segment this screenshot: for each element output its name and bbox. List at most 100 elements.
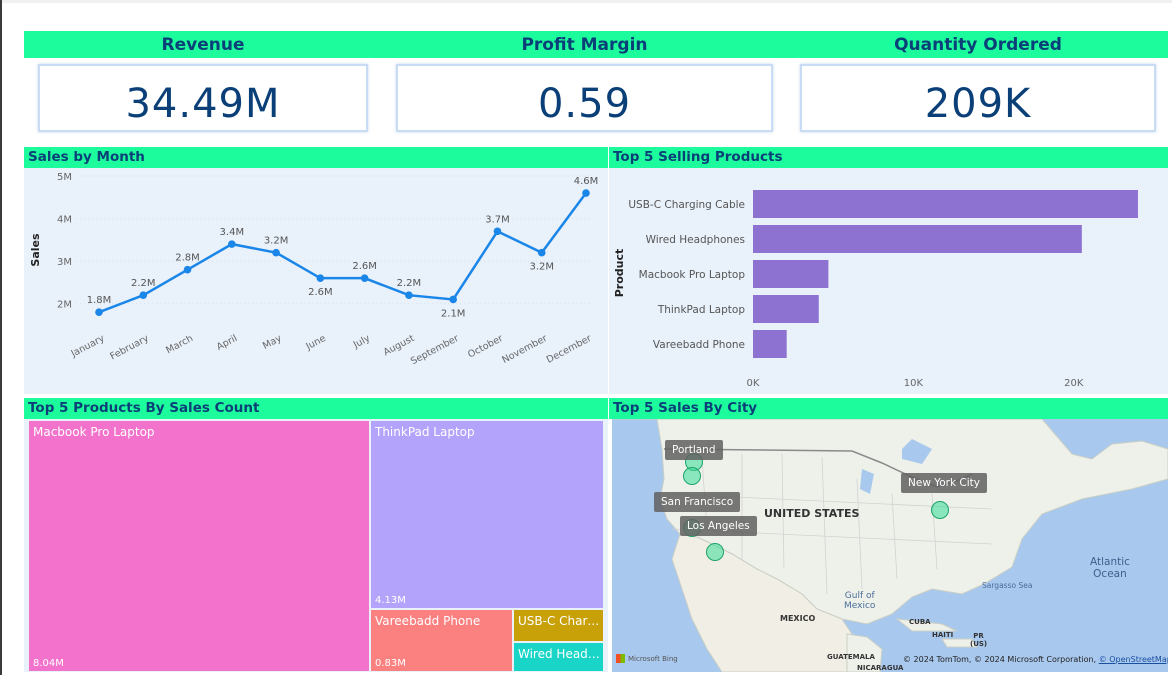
kpi-value-revenue: 34.49M [125, 81, 281, 127]
y-tick-label: 3M [57, 257, 72, 268]
sales-data-label: 2.1M [441, 308, 466, 319]
map-label-mexico: MEXICO [780, 614, 816, 623]
map-attribution-text: © 2024 TomTom, © 2024 Microsoft Corporat… [903, 655, 1097, 664]
x-tick-label: March [164, 333, 195, 356]
sales-data-label: 3.4M [220, 227, 245, 238]
top5-by-count-treemap[interactable]: Macbook Pro Laptop 8.04M ThinkPad Laptop… [24, 419, 608, 672]
map-label-gulf-line1: Gulf of [844, 591, 875, 601]
x-tick-label: October [466, 333, 505, 361]
sales-data-point[interactable] [582, 189, 590, 197]
sales-data-point[interactable] [272, 248, 280, 257]
product-bar[interactable] [753, 190, 1138, 218]
treemap-label-usbc: USB-C Chargi... [518, 614, 602, 628]
kpi-value-profit-margin: 0.59 [537, 81, 632, 127]
treemap-cell-wired[interactable]: Wired Headp... [514, 643, 603, 671]
city-label-san-francisco: San Francisco [654, 492, 741, 512]
panel-title-top5-city: Top 5 Sales By City [609, 398, 1168, 419]
sales-data-point[interactable] [95, 308, 103, 317]
sales-data-label: 2.6M [308, 287, 333, 298]
sales-data-point[interactable] [139, 291, 148, 299]
sales-data-point[interactable] [183, 265, 192, 274]
product-tick-label: Wired Headphones [646, 234, 745, 246]
map-label-guatemala: GUATEMALA [827, 653, 875, 661]
sales-data-label: 3.7M [485, 214, 510, 225]
map-label-sargasso: Sargasso Sea [982, 581, 1033, 590]
sales-by-month-chart-area[interactable]: 2M 3M 4M 5M Sales 1.8M January 2.2M February 2.8M… [24, 168, 608, 394]
map-label-gulf-line2: Mexico [844, 601, 876, 611]
sales-data-point[interactable] [537, 248, 546, 257]
kpi-card-revenue[interactable]: 34.49M [38, 64, 368, 132]
sales-data-point[interactable] [405, 291, 413, 299]
x-tick-label: April [215, 333, 239, 353]
sales-data-point[interactable] [228, 240, 236, 248]
window-top-edge [0, 0, 1172, 3]
x-tick-label: 10K [904, 378, 924, 389]
product-tick-label: Macbook Pro Laptop [639, 269, 746, 281]
treemap-cell-thinkpad[interactable]: ThinkPad Laptop 4.13M [371, 421, 603, 608]
kpi-card-profit-margin[interactable]: 0.59 [396, 64, 773, 132]
map-label-pr: PR (US) [970, 632, 987, 648]
city-marker-portland-2[interactable] [683, 467, 701, 485]
x-tick-label: August [382, 333, 417, 358]
product-bar[interactable] [753, 225, 1082, 253]
microsoft-logo-icon [616, 654, 625, 663]
x-tick-label: June [303, 333, 327, 353]
sales-data-point[interactable] [316, 274, 325, 282]
kpi-title-quantity-ordered: Quantity Ordered [894, 35, 1062, 55]
window-left-edge [0, 0, 2, 675]
x-tick-label: December [545, 333, 594, 366]
treemap-label-macbook: Macbook Pro Laptop [33, 425, 155, 439]
map-label-cuba: CUBA [909, 618, 931, 626]
x-tick-label: November [500, 333, 549, 366]
treemap-label-wired: Wired Headp... [518, 647, 602, 661]
sales-data-point[interactable] [493, 227, 502, 236]
city-marker-los-angeles[interactable] [706, 543, 724, 561]
city-label-new-york: New York City [901, 473, 987, 493]
treemap-value-thinkpad: 4.13M [375, 595, 406, 606]
sales-data-label: 4.6M [574, 176, 599, 187]
sales-by-city-map[interactable]: UNITED STATES MEXICO Gulf of Mexico Atlan… [612, 419, 1168, 672]
map-label-gulf: Gulf of Mexico [844, 591, 875, 611]
product-bar[interactable] [753, 330, 787, 358]
treemap-cell-vareebadd[interactable]: Vareebadd Phone 0.83M [371, 610, 512, 671]
top5-selling-chart-area[interactable]: Product USB-C Charging Cable Wired Headpho… [609, 168, 1168, 394]
x-tick-label: February [108, 333, 151, 363]
top5-selling-bar-chart[interactable]: Product USB-C Charging Cable Wired Headpho… [609, 168, 1168, 394]
x-tick-label: July [351, 333, 372, 351]
x-tick-label: May [261, 333, 284, 352]
y-tick-label: 5M [57, 172, 72, 183]
treemap-cell-usbc[interactable]: USB-C Chargi... [514, 610, 603, 641]
sales-data-label: 1.8M [87, 295, 112, 306]
map-osm-link[interactable]: © OpenStreetMap [1099, 655, 1168, 664]
sales-data-point[interactable] [449, 295, 457, 304]
x-tick-label: 20K [1064, 378, 1084, 389]
sales-data-label: 3.2M [529, 262, 554, 273]
treemap-value-vareebadd: 0.83M [375, 658, 406, 669]
sales-data-point[interactable] [360, 274, 369, 282]
product-tick-label: ThinkPad Laptop [657, 304, 746, 316]
product-bar[interactable] [753, 260, 829, 288]
sales-data-label: 2.8M [175, 253, 200, 264]
x-tick-label: January [69, 333, 107, 360]
panel-title-sales-by-month: Sales by Month [24, 147, 608, 168]
sales-data-label: 2.6M [352, 261, 377, 272]
kpi-card-quantity-ordered[interactable]: 209K [800, 64, 1156, 132]
product-bar[interactable] [753, 295, 819, 323]
sales-data-label: 2.2M [397, 278, 422, 289]
city-marker-new-york[interactable] [931, 501, 949, 519]
product-tick-label: USB-C Charging Cable [628, 199, 745, 211]
sales-data-label: 2.2M [131, 278, 156, 289]
city-label-portland: Portland [665, 440, 723, 460]
y-tick-label: 2M [57, 300, 72, 311]
map-label-atlantic-line2: Ocean [1093, 568, 1127, 580]
city-label-los-angeles: Los Angeles [680, 516, 757, 536]
map-label-united-states: UNITED STATES [764, 507, 860, 520]
kpi-title-profit-margin: Profit Margin [521, 35, 648, 55]
map-label-haiti: HAITI [932, 631, 954, 639]
treemap-label-vareebadd: Vareebadd Phone [375, 614, 481, 628]
map-bing-text: Microsoft Bing [628, 654, 678, 663]
map-label-nicaragua: NICARAGUA [857, 664, 904, 672]
kpi-value-quantity-ordered: 209K [924, 81, 1032, 127]
sales-by-month-line-chart[interactable]: 2M 3M 4M 5M Sales 1.8M January 2.2M February 2.8M… [24, 168, 608, 394]
treemap-cell-macbook[interactable]: Macbook Pro Laptop 8.04M [29, 421, 369, 671]
